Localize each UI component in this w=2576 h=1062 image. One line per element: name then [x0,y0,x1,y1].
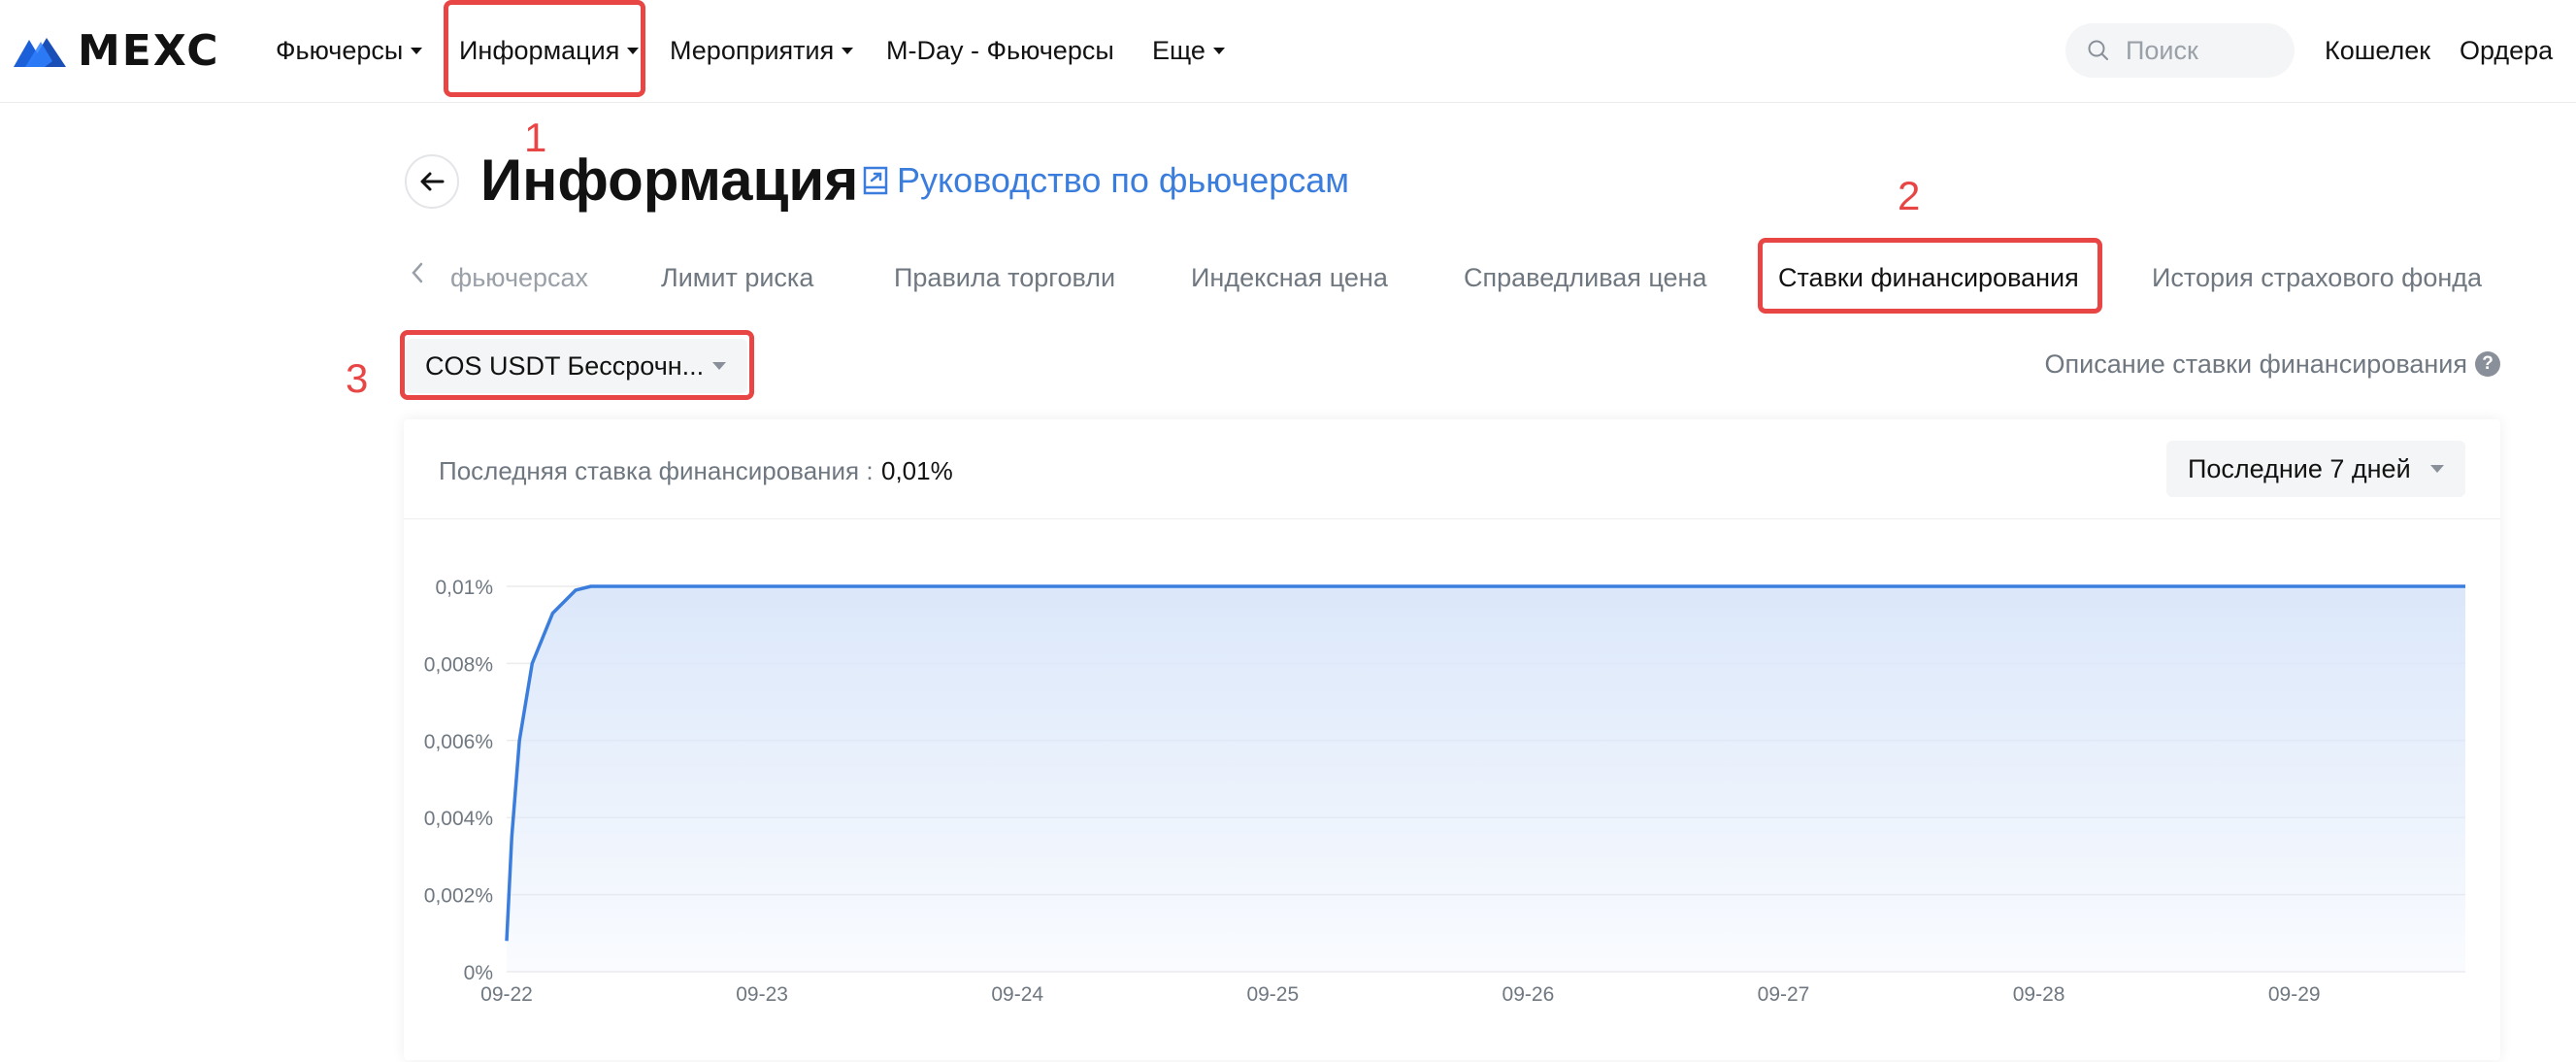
y-tick-label: 0% [464,962,493,984]
x-tick-label: 09-26 [1503,983,1555,1006]
back-button[interactable] [405,154,459,209]
nav-events-label: Мероприятия [670,36,835,65]
caret-down-icon [842,47,854,54]
nav-wallet-label: Кошелек [2325,36,2431,65]
x-tick-label: 09-25 [1246,983,1299,1006]
contract-symbol-select[interactable]: COS USDT Бессрочн... [406,339,747,393]
nav-events[interactable]: Мероприятия [670,33,854,68]
nav-more[interactable]: Еще [1152,33,1225,68]
x-tick-label: 09-29 [2268,983,2321,1006]
caret-down-icon [411,47,423,54]
futures-guide-link-text: Руководство по фьючерсам [897,160,1350,200]
caret-down-icon [627,47,640,54]
guide-book-icon [863,166,888,195]
tab-fair-price[interactable]: Справедливая цена [1464,260,1707,295]
nav-orders[interactable]: Ордера [2460,33,2553,68]
logo-wordmark: MEXC [78,26,220,76]
tab-risk-limit[interactable]: Лимит риска [661,260,813,295]
tab-index-price[interactable]: Индексная цена [1191,260,1388,295]
y-tick-label: 0,01% [435,577,493,599]
nav-mday-label: M-Day - Фьючерсы [886,36,1114,65]
top-navigation-bar: MEXC Фьючерсы Информация Мероприятия M-D… [0,0,2576,103]
x-tick-label: 09-27 [1758,983,1810,1006]
annotation-number-2: 2 [1898,173,1921,218]
mexc-logo-icon [14,38,66,67]
tab-trading-rules[interactable]: Правила торговли [894,260,1115,295]
contract-symbol-value: COS USDT Бессрочн... [425,350,705,381]
y-tick-label: 0,002% [424,885,493,908]
help-icon: ? [2475,351,2500,377]
nav-information[interactable]: Информация [459,33,640,68]
funding-rate-chart-card: Последняя ставка финансирования : 0,01% … [404,419,2500,1060]
nav-futures[interactable]: Фьючерсы [276,33,423,68]
x-tick-label: 09-24 [991,983,1043,1006]
search-icon [2088,40,2108,60]
search-input[interactable] [2124,34,2283,67]
nav-futures-label: Фьючерсы [276,36,404,65]
caret-down-icon [712,362,726,370]
nav-information-label: Информация [459,36,620,65]
chevron-left-icon [412,262,423,283]
tab-futures-intro[interactable]: фьючерсах [450,260,588,295]
tab-funding-rates[interactable]: Ставки финансирования [1778,260,2079,295]
y-tick-label: 0,004% [424,808,493,830]
caret-down-icon [1212,47,1225,54]
arrow-left-icon [420,172,445,191]
mexc-logo[interactable]: MEXC [12,29,220,74]
x-tick-label: 09-28 [2013,983,2065,1006]
series-area-fill [507,586,2465,972]
x-tick-label: 09-23 [736,983,788,1006]
tab-insurance-fund-history[interactable]: История страхового фонда [2152,260,2482,295]
funding-rate-description-text: Описание ставки финансирования [2044,349,2467,379]
annotation-number-3: 3 [346,355,369,401]
x-tick-label: 09-22 [480,983,533,1006]
nav-mday-futures[interactable]: M-Day - Фьючерсы [886,33,1114,68]
nav-orders-label: Ордера [2460,36,2554,65]
search-box[interactable] [2065,23,2295,78]
annotation-number-1: 1 [524,115,547,160]
futures-guide-link[interactable]: Руководство по фьючерсам [862,159,1349,202]
y-tick-label: 0,006% [424,731,493,753]
nav-wallet[interactable]: Кошелек [2325,33,2430,68]
tabs-scroll-left[interactable] [410,260,425,290]
y-tick-label: 0,008% [424,653,493,676]
funding-rate-description-link[interactable]: Описание ставки финансирования ? [2045,347,2500,382]
nav-more-label: Еще [1152,36,1205,65]
funding-rate-chart: 0% 0,002% 0,004% 0,006% 0,008% 0,01% 09-22 09-2… [424,577,2466,1006]
